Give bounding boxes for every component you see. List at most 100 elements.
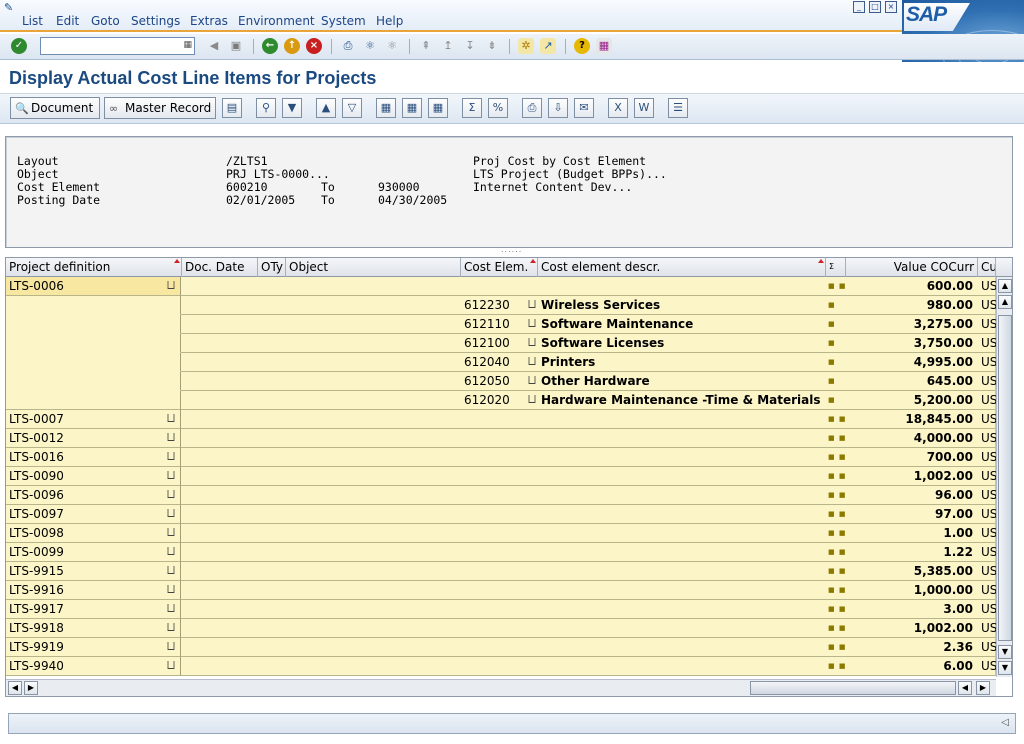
- horizontal-scroll-thumb[interactable]: [750, 681, 956, 695]
- subtotal-tree-icon[interactable]: ⨆: [524, 356, 540, 367]
- table-row[interactable]: LTS-0097 ⨆ ■ ■97.00USD: [6, 505, 996, 524]
- subtotal-tree-icon[interactable]: ⨆: [524, 299, 540, 310]
- project-definition-cell[interactable]: LTS-0016 ⨆: [6, 448, 181, 467]
- scroll-down-icon[interactable]: ▼: [998, 661, 1012, 675]
- find-record-icon[interactable]: ⚲: [256, 98, 276, 118]
- master-record-button[interactable]: ∞ Master Record: [104, 97, 216, 119]
- project-definition-cell[interactable]: LTS-9917 ⨆: [6, 600, 181, 619]
- subtotal-tree-icon[interactable]: ⨆: [165, 451, 177, 462]
- table-row[interactable]: LTS-0098 ⨆ ■ ■1.00USD: [6, 524, 996, 543]
- scroll-page-down-icon[interactable]: ▼: [998, 645, 1012, 659]
- value-cocurr-cell[interactable]: 1,000.00: [846, 581, 975, 600]
- col-value-cocurr[interactable]: Value COCurr: [846, 258, 978, 277]
- subtotal-tree-icon[interactable]: ⨆: [165, 565, 177, 576]
- mail-icon[interactable]: ✉: [574, 98, 594, 118]
- subtotal-tree-icon[interactable]: ⨆: [165, 584, 177, 595]
- subtotal-tree-icon[interactable]: ⨆: [165, 280, 177, 291]
- last-page-icon[interactable]: ⇟: [484, 38, 500, 54]
- abc-analysis-icon[interactable]: ☰: [668, 98, 688, 118]
- cost-element-cell[interactable]: 612230: [461, 296, 531, 315]
- value-cocurr-cell[interactable]: 5,200.00: [846, 391, 975, 410]
- value-cocurr-cell[interactable]: 18,845.00: [846, 410, 975, 429]
- menu-environment[interactable]: Environment: [238, 14, 315, 28]
- project-definition-cell[interactable]: LTS-9919 ⨆: [6, 638, 181, 657]
- subtotal-tree-icon[interactable]: ⨆: [165, 489, 177, 500]
- project-definition-cell[interactable]: LTS-0099 ⨆: [6, 543, 181, 562]
- col-doc-date[interactable]: Doc. Date: [182, 258, 258, 277]
- project-definition-cell[interactable]: LTS-9918 ⨆: [6, 619, 181, 638]
- scroll-left-icon[interactable]: ◀: [8, 681, 22, 695]
- scroll-page-right-icon[interactable]: ◀: [958, 681, 972, 695]
- project-definition-cell[interactable]: [6, 353, 181, 372]
- project-definition-cell[interactable]: LTS-0012 ⨆: [6, 429, 181, 448]
- enter-icon[interactable]: ✓: [11, 38, 27, 54]
- value-cocurr-cell[interactable]: 645.00: [846, 372, 975, 391]
- command-dropdown-icon[interactable]: ▦: [183, 40, 192, 50]
- maximize-icon[interactable]: □: [869, 1, 881, 13]
- currency-cell[interactable]: USD: [978, 353, 996, 372]
- value-cocurr-cell[interactable]: 4,995.00: [846, 353, 975, 372]
- select-layout-icon[interactable]: ▦: [402, 98, 422, 118]
- table-row[interactable]: LTS-9919 ⨆ ■ ■2.36USD: [6, 638, 996, 657]
- currency-cell[interactable]: USD: [978, 315, 996, 334]
- change-layout-icon[interactable]: ▦: [376, 98, 396, 118]
- menu-help[interactable]: Help: [376, 14, 403, 28]
- table-row[interactable]: LTS-0006 ⨆ ■ ■600.00USD: [6, 277, 996, 296]
- cost-element-cell[interactable]: 612040: [461, 353, 531, 372]
- menu-goto[interactable]: Goto: [91, 14, 120, 28]
- scroll-up-icon[interactable]: ▲: [998, 279, 1012, 293]
- exit-icon[interactable]: ↑: [284, 38, 300, 54]
- value-cocurr-cell[interactable]: 96.00: [846, 486, 975, 505]
- value-cocurr-cell[interactable]: 1,002.00: [846, 619, 975, 638]
- table-row[interactable]: LTS-9918 ⨆ ■ ■1,002.00USD: [6, 619, 996, 638]
- customize-layout-icon[interactable]: ▦: [596, 38, 612, 54]
- project-definition-cell[interactable]: LTS-9916 ⨆: [6, 581, 181, 600]
- value-cocurr-cell[interactable]: 3.00: [846, 600, 975, 619]
- currency-cell[interactable]: USD: [978, 391, 996, 410]
- menu-system[interactable]: System: [321, 14, 366, 28]
- col-oty[interactable]: OTy: [258, 258, 286, 277]
- currency-cell[interactable]: USD: [978, 334, 996, 353]
- sort-descending-icon[interactable]: ▽: [342, 98, 362, 118]
- minimize-icon[interactable]: _: [853, 1, 865, 13]
- scroll-page-left-icon[interactable]: ▶: [24, 681, 38, 695]
- project-definition-cell[interactable]: LTS-0090 ⨆: [6, 467, 181, 486]
- currency-cell[interactable]: USD: [978, 448, 996, 467]
- save-layout-icon[interactable]: ▦: [428, 98, 448, 118]
- menu-extras[interactable]: Extras: [190, 14, 228, 28]
- system-menu-icon[interactable]: ✎: [4, 1, 18, 14]
- subtotal-tree-icon[interactable]: ⨆: [165, 508, 177, 519]
- subtotal-tree-icon[interactable]: ⨆: [165, 527, 177, 538]
- table-row[interactable]: LTS-9917 ⨆ ■ ■3.00USD: [6, 600, 996, 619]
- table-row[interactable]: LTS-9940 ⨆ ■ ■6.00USD: [6, 657, 996, 676]
- subtotal-tree-icon[interactable]: ⨆: [524, 375, 540, 386]
- cost-element-cell[interactable]: 612110: [461, 315, 531, 334]
- word-processing-icon[interactable]: W: [634, 98, 654, 118]
- create-shortcut-icon[interactable]: ↗: [540, 38, 556, 54]
- col-cost-elem[interactable]: Cost Elem.: [461, 258, 538, 277]
- col-project-definition[interactable]: Project definition: [6, 258, 182, 277]
- subtotal-tree-icon[interactable]: ⨆: [165, 432, 177, 443]
- new-session-icon[interactable]: ✲: [518, 38, 534, 54]
- cancel-icon[interactable]: ×: [306, 38, 322, 54]
- previous-page-icon[interactable]: ↥: [440, 38, 456, 54]
- first-page-icon[interactable]: ⇞: [418, 38, 434, 54]
- table-row[interactable]: LTS-0099 ⨆ ■ ■1.22USD: [6, 543, 996, 562]
- vertical-scroll-thumb[interactable]: [998, 315, 1012, 641]
- table-row[interactable]: 612110⨆Software Maintenance ■ 3,275.00USD: [6, 315, 996, 334]
- back-nav-icon[interactable]: ◀: [206, 38, 222, 54]
- project-definition-cell[interactable]: LTS-0006 ⨆: [6, 277, 181, 296]
- cost-element-descr-cell[interactable]: Software Maintenance: [540, 315, 824, 334]
- menu-edit[interactable]: Edit: [56, 14, 79, 28]
- project-definition-cell[interactable]: LTS-9940 ⨆: [6, 657, 181, 676]
- currency-cell[interactable]: USD: [978, 543, 996, 562]
- subtotal-tree-icon[interactable]: ⨆: [524, 318, 540, 329]
- project-definition-cell[interactable]: [6, 315, 181, 334]
- export-icon[interactable]: ⇩: [548, 98, 568, 118]
- table-row[interactable]: LTS-0096 ⨆ ■ ■96.00USD: [6, 486, 996, 505]
- value-cocurr-cell[interactable]: 700.00: [846, 448, 975, 467]
- table-row[interactable]: LTS-9916 ⨆ ■ ■1,000.00USD: [6, 581, 996, 600]
- document-button[interactable]: 🔍 Document: [10, 97, 100, 119]
- filter-icon[interactable]: ▼: [282, 98, 302, 118]
- currency-cell[interactable]: USD: [978, 467, 996, 486]
